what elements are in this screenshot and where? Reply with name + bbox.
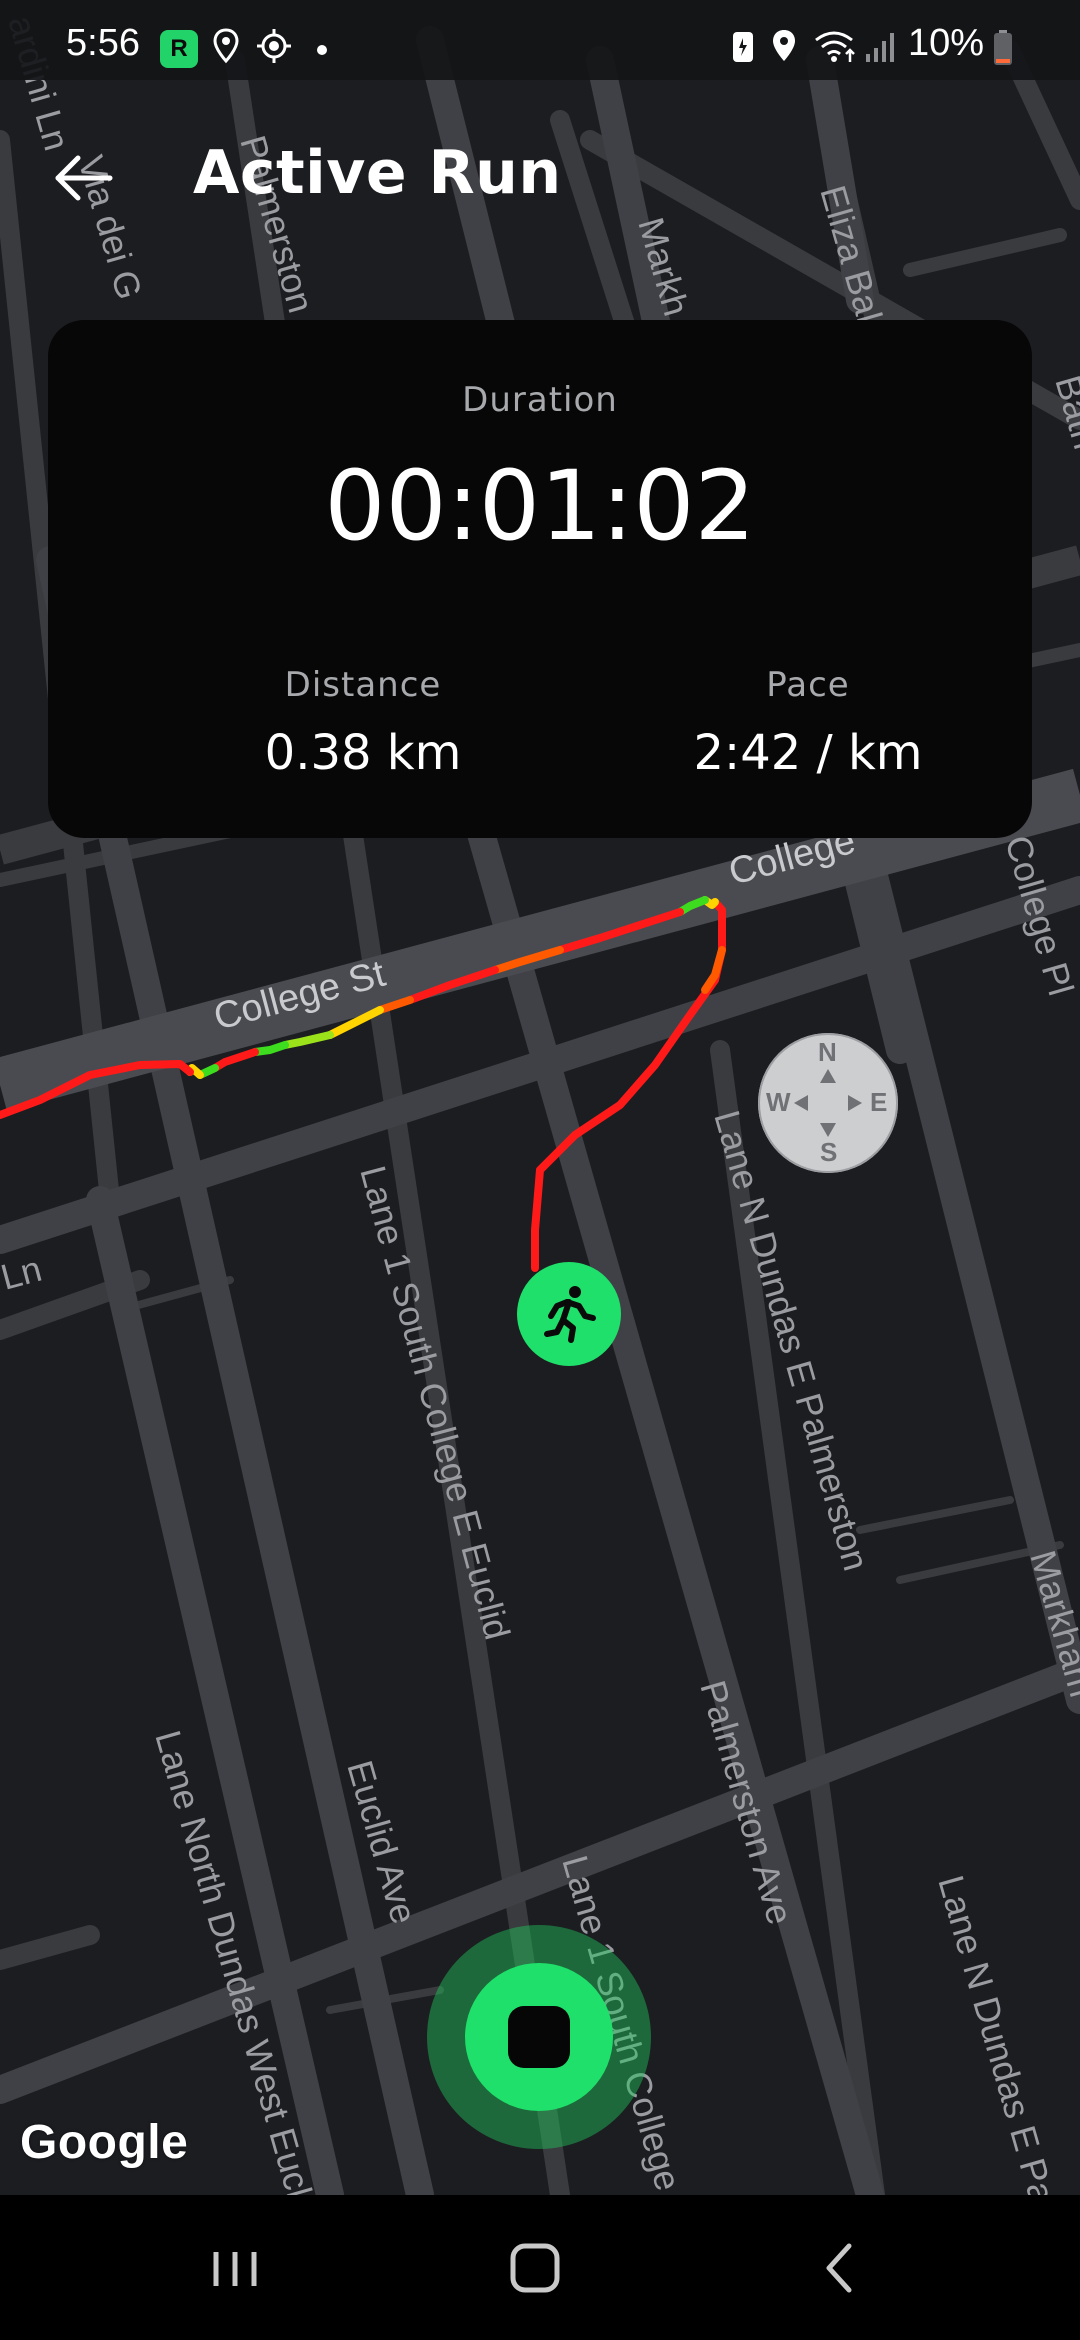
compass-e: E	[870, 1087, 888, 1117]
run-stats-card: Duration 00:01:02 Distance 0.38 km Pace …	[48, 320, 1032, 838]
current-location-marker	[517, 1262, 621, 1366]
battery-percentage: 10%	[908, 22, 985, 64]
system-nav-bar	[0, 2195, 1080, 2340]
pace-value: 2:42 / km	[693, 725, 923, 781]
home-icon	[510, 2243, 560, 2293]
location-pin-icon	[213, 28, 239, 64]
back-button[interactable]	[38, 140, 130, 220]
runner-icon	[544, 1286, 596, 1343]
distance-value: 0.38 km	[264, 725, 462, 781]
battery-icon	[994, 30, 1012, 65]
pace-label: Pace	[766, 665, 850, 705]
duration-label: Duration	[462, 380, 618, 420]
google-attribution[interactable]: Google	[20, 2115, 188, 2170]
status-bar: 5:56 R 10%	[0, 0, 1080, 80]
signal-icon	[866, 33, 894, 62]
gps-target-icon	[257, 29, 291, 63]
battery-saver-icon	[733, 32, 753, 62]
recents-icon	[213, 2252, 257, 2286]
back-nav-button[interactable]	[795, 2230, 885, 2306]
compass-w: W	[766, 1087, 791, 1117]
wifi-icon	[815, 31, 855, 62]
location-pin-icon	[773, 30, 795, 61]
distance-label: Distance	[284, 665, 442, 705]
dot-icon	[317, 45, 327, 55]
stop-icon	[508, 2006, 570, 2068]
duration-value: 00:01:02	[324, 450, 756, 562]
compass-n: N	[818, 1037, 837, 1067]
active-run-screen: College St College College Pl Lane 1 Sou…	[0, 0, 1080, 2340]
compass-button[interactable]: N S W E	[758, 1033, 898, 1173]
back-chevron-icon	[826, 2243, 852, 2293]
stop-button-halo	[427, 1925, 651, 2149]
page-title: Active Run	[193, 138, 562, 208]
app-badge: R	[160, 30, 198, 68]
stop-run-button[interactable]	[465, 1963, 613, 2111]
home-button[interactable]	[490, 2230, 580, 2306]
status-time: 5:56	[66, 22, 140, 64]
compass-s: S	[820, 1137, 838, 1167]
arrow-left-icon	[55, 155, 113, 201]
recents-button[interactable]	[190, 2230, 280, 2306]
